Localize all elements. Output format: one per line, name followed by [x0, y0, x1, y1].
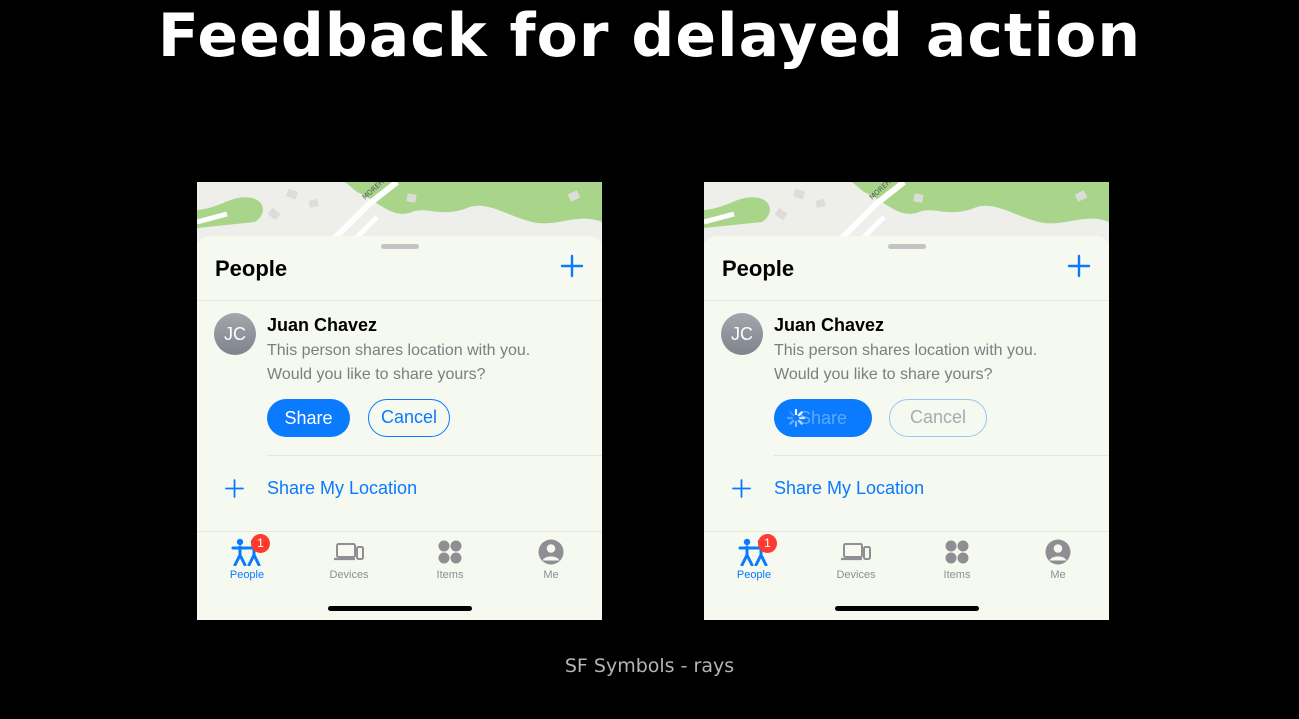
share-button[interactable]: Share — [267, 399, 350, 437]
tab-label: People — [229, 569, 265, 581]
share-button-label: Share — [798, 408, 848, 428]
share-my-location-link[interactable]: Share My Location — [774, 478, 924, 499]
tab-people[interactable]: 1 People — [714, 532, 794, 581]
map-background[interactable]: MOREH — [704, 182, 1109, 242]
person-name: Juan Chavez — [267, 315, 378, 335]
header-divider — [197, 300, 602, 301]
sheet-grabber[interactable] — [381, 244, 419, 249]
slide-caption: SF Symbols - rays — [564, 655, 735, 677]
share-my-location-link[interactable]: Share My Location — [267, 478, 417, 499]
activity-spinner-icon — [786, 408, 806, 428]
tab-label: Devices — [836, 569, 876, 581]
tab-items[interactable]: Items — [917, 532, 997, 581]
share-request-message-line1: This person shares location with you. — [774, 342, 1038, 359]
tab-bar: 1 People Devices Items Me — [197, 532, 602, 592]
notification-badge: 1 — [251, 534, 270, 553]
person-name: Juan Chavez — [774, 315, 885, 335]
share-request-message-line2: Would you like to share yours? — [267, 366, 486, 383]
tab-bar: 1 People Devices Items Me — [704, 532, 1109, 592]
share-request-message-line1: This person shares location with you. — [267, 342, 531, 359]
sheet-title: People — [215, 256, 288, 281]
me-icon — [538, 539, 564, 565]
slide-title: Feedback for delayed action — [157, 1, 1142, 71]
share-button-loading[interactable]: Share — [774, 399, 872, 437]
home-indicator[interactable] — [835, 606, 979, 611]
tab-items[interactable]: Items — [410, 532, 490, 581]
cancel-button[interactable]: Cancel — [889, 399, 987, 437]
tab-label: Devices — [329, 569, 369, 581]
add-icon[interactable] — [560, 254, 584, 278]
tab-me[interactable]: Me — [1018, 532, 1098, 581]
tab-me[interactable]: Me — [511, 532, 591, 581]
tab-devices[interactable]: Devices — [816, 532, 896, 581]
tab-label: Items — [436, 569, 464, 581]
cancel-button[interactable]: Cancel — [368, 399, 450, 437]
tab-label: Me — [1050, 569, 1066, 581]
items-icon — [945, 540, 969, 564]
avatar: JC — [214, 313, 256, 355]
add-icon[interactable] — [1067, 254, 1091, 278]
share-request-message-line2: Would you like to share yours? — [774, 366, 993, 383]
tab-label: Me — [543, 569, 559, 581]
me-icon — [1045, 539, 1071, 565]
map-background[interactable]: MOREH — [197, 182, 602, 242]
row-divider — [774, 455, 1109, 456]
phone-screen-before: MOREH People JC Juan Chavez This person … — [197, 182, 602, 620]
devices-icon — [334, 543, 364, 561]
phone-screen-after: MOREH People JC Juan Chavez This person … — [704, 182, 1109, 620]
tab-people[interactable]: 1 People — [207, 532, 287, 581]
tab-devices[interactable]: Devices — [309, 532, 389, 581]
avatar: JC — [721, 313, 763, 355]
devices-icon — [841, 543, 871, 561]
sheet-title: People — [722, 256, 795, 281]
plus-icon[interactable] — [732, 479, 751, 498]
tab-label: Items — [943, 569, 971, 581]
sheet-grabber[interactable] — [888, 244, 926, 249]
plus-icon[interactable] — [225, 479, 244, 498]
notification-badge: 1 — [758, 534, 777, 553]
tab-label: People — [736, 569, 772, 581]
header-divider — [704, 300, 1109, 301]
items-icon — [438, 540, 462, 564]
row-divider — [267, 455, 602, 456]
home-indicator[interactable] — [328, 606, 472, 611]
